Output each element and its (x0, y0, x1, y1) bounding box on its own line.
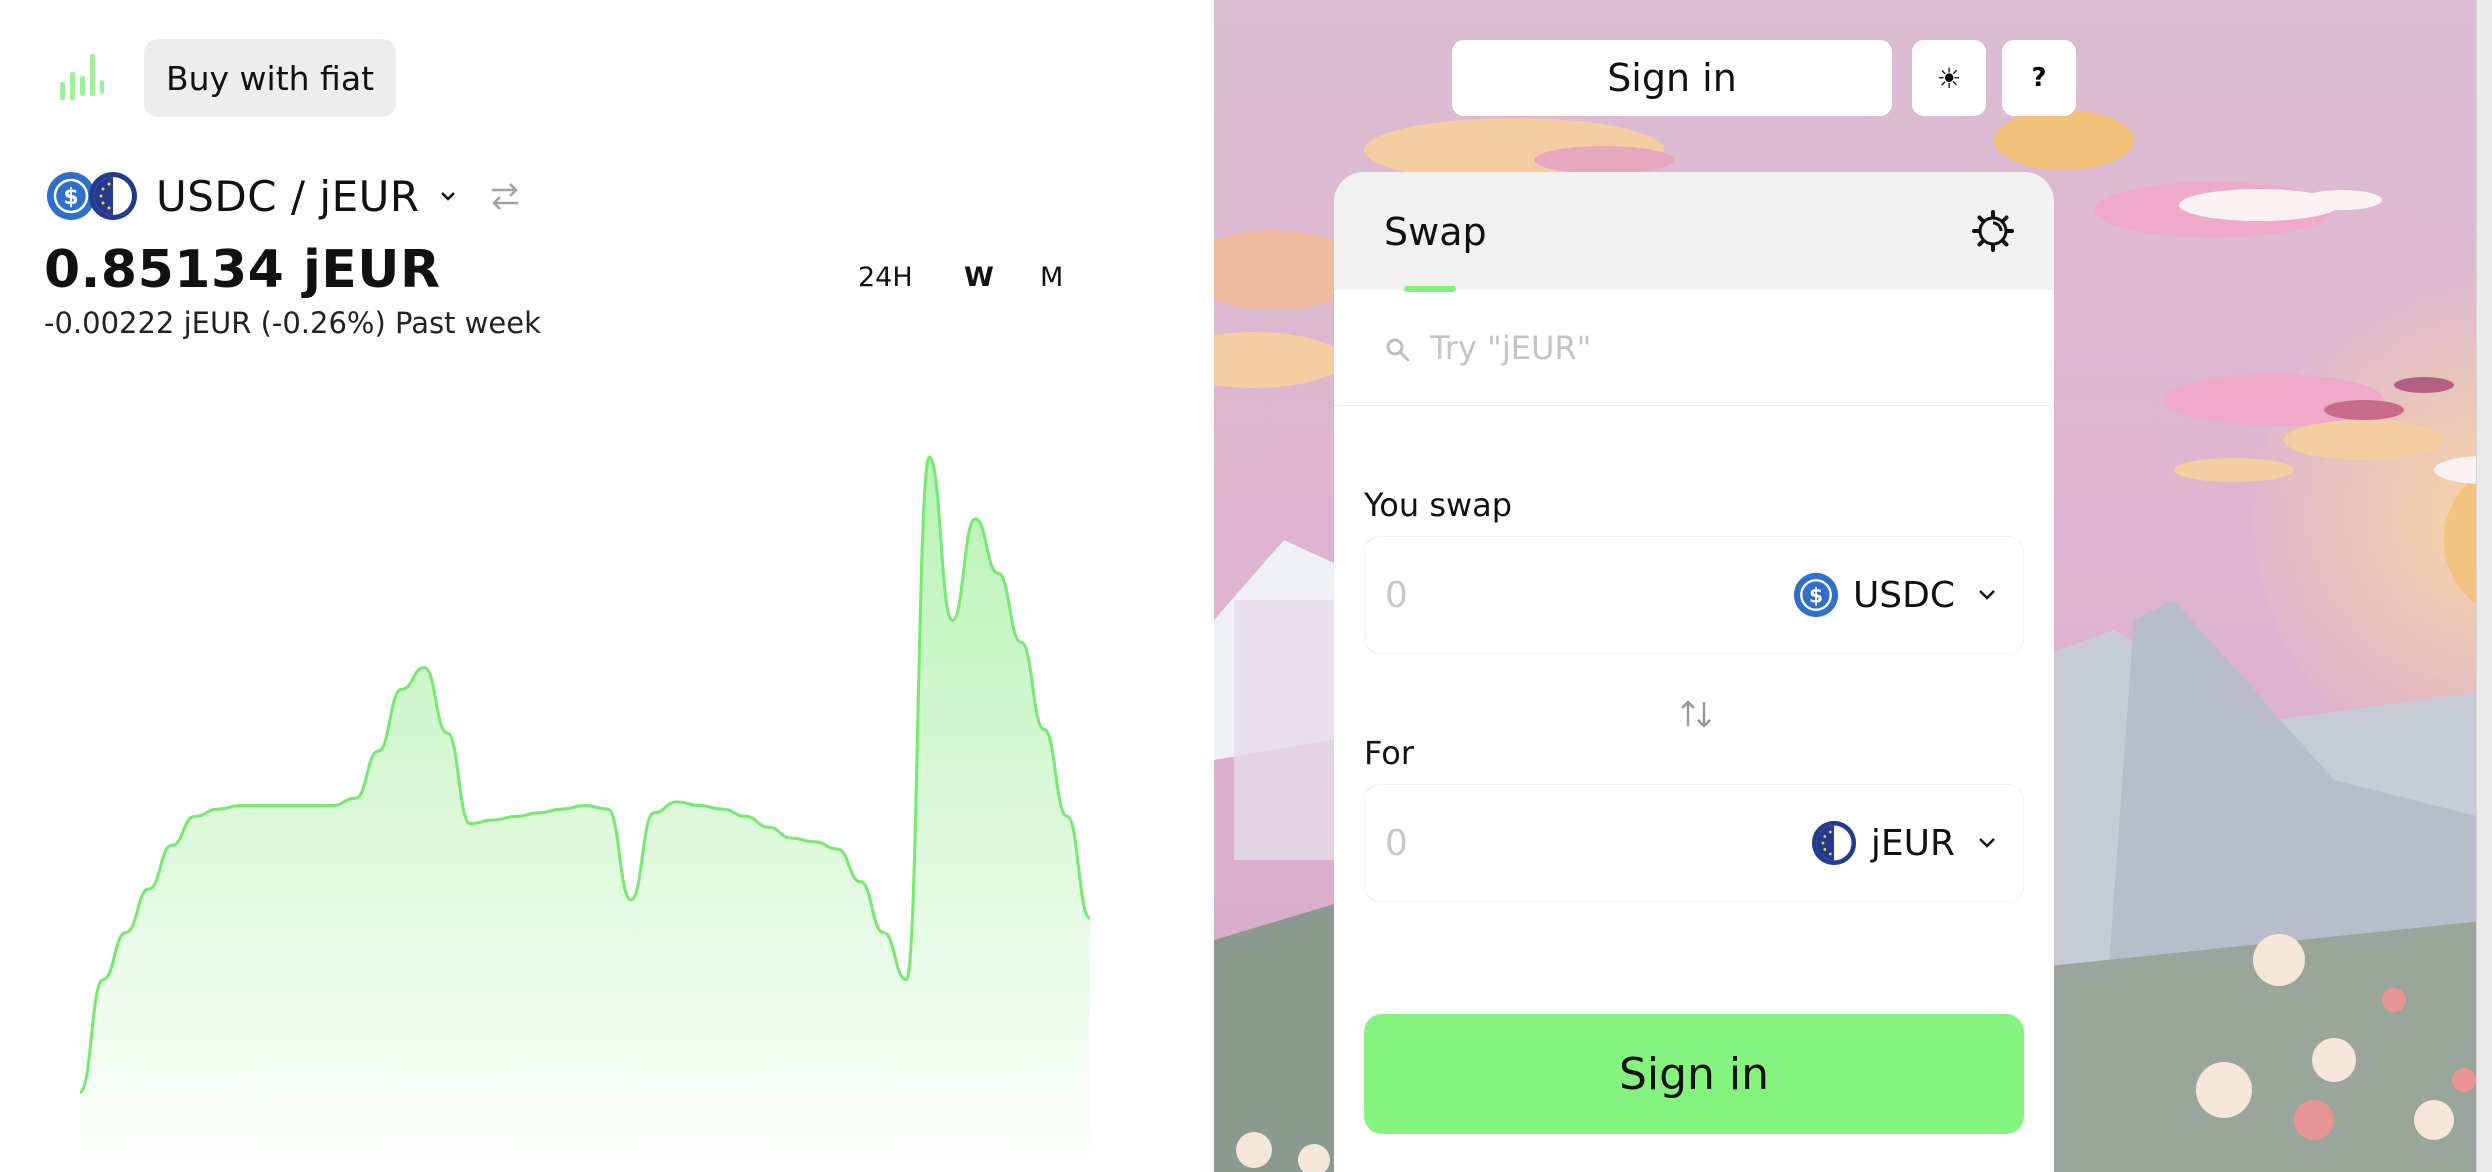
tab-swap[interactable]: Swap (1384, 210, 1487, 254)
search-icon (1386, 338, 1410, 362)
bar-chart-logo-icon[interactable] (56, 46, 104, 106)
for-label: For (1364, 734, 1414, 772)
settings-gear-icon[interactable] (1970, 208, 2016, 254)
chevron-down-icon (1979, 590, 1995, 600)
chevron-down-icon[interactable] (438, 189, 458, 203)
period-week-button[interactable]: W (964, 262, 994, 293)
current-price: 0.85134 jEUR (44, 240, 441, 300)
flip-tokens-icon[interactable] (1676, 694, 1716, 734)
price-chart[interactable] (0, 380, 1090, 1172)
chevron-down-icon (1979, 838, 1995, 848)
theme-toggle-button[interactable]: ☀ (1912, 40, 1986, 116)
to-amount-box: jEUR (1364, 784, 2024, 902)
swap-panel: Sign in ☀ ? Swap Try "jEUR" You swap 0 $… (1214, 0, 2492, 1172)
jeur-coin-icon (89, 172, 137, 220)
price-change: -0.00222 jEUR (-0.26%) Past week (44, 306, 541, 340)
token-search (1334, 290, 2054, 406)
scrollbar[interactable] (2476, 0, 2492, 1172)
token-search-input[interactable] (1430, 318, 1990, 378)
swap-arrows-icon[interactable] (486, 177, 524, 215)
swap-card-header: Swap (1334, 172, 2054, 292)
period-24h-button[interactable]: 24H (858, 262, 913, 293)
period-month-button[interactable]: M (1040, 262, 1063, 293)
usdc-token-icon: $ (1793, 572, 1839, 618)
pair-label: USDC / jEUR (156, 171, 420, 221)
swap-card: Swap Try "jEUR" You swap 0 $ USDC For 0 … (1334, 172, 2054, 1172)
from-token-selector[interactable]: $ USDC (1793, 567, 1997, 623)
from-amount-input[interactable] (1385, 567, 1685, 623)
swap-sign-in-button[interactable]: Sign in (1364, 1014, 2024, 1134)
you-swap-label: You swap (1364, 486, 1513, 524)
pair-selector[interactable]: $ USDC / jEUR (46, 168, 524, 224)
to-token-selector[interactable]: jEUR (1811, 815, 1997, 871)
buy-with-fiat-button[interactable]: Buy with fiat (144, 39, 396, 117)
jeur-token-icon (1811, 820, 1856, 866)
to-token-label: jEUR (1870, 822, 1955, 864)
sun-icon: ☀ (1936, 62, 1962, 94)
chart-area-fill (80, 457, 1090, 1172)
market-panel: Buy with fiat $ USDC / jEUR 0.85134 jEUR… (0, 0, 1214, 1172)
from-amount-box: $ USDC (1364, 536, 2024, 654)
svg-text:$: $ (1809, 583, 1823, 607)
to-amount-input[interactable] (1385, 815, 1685, 871)
header-sign-in-button[interactable]: Sign in (1452, 40, 1892, 116)
help-button[interactable]: ? (2002, 40, 2076, 116)
svg-text:$: $ (63, 185, 78, 210)
from-token-label: USDC (1852, 574, 1955, 616)
